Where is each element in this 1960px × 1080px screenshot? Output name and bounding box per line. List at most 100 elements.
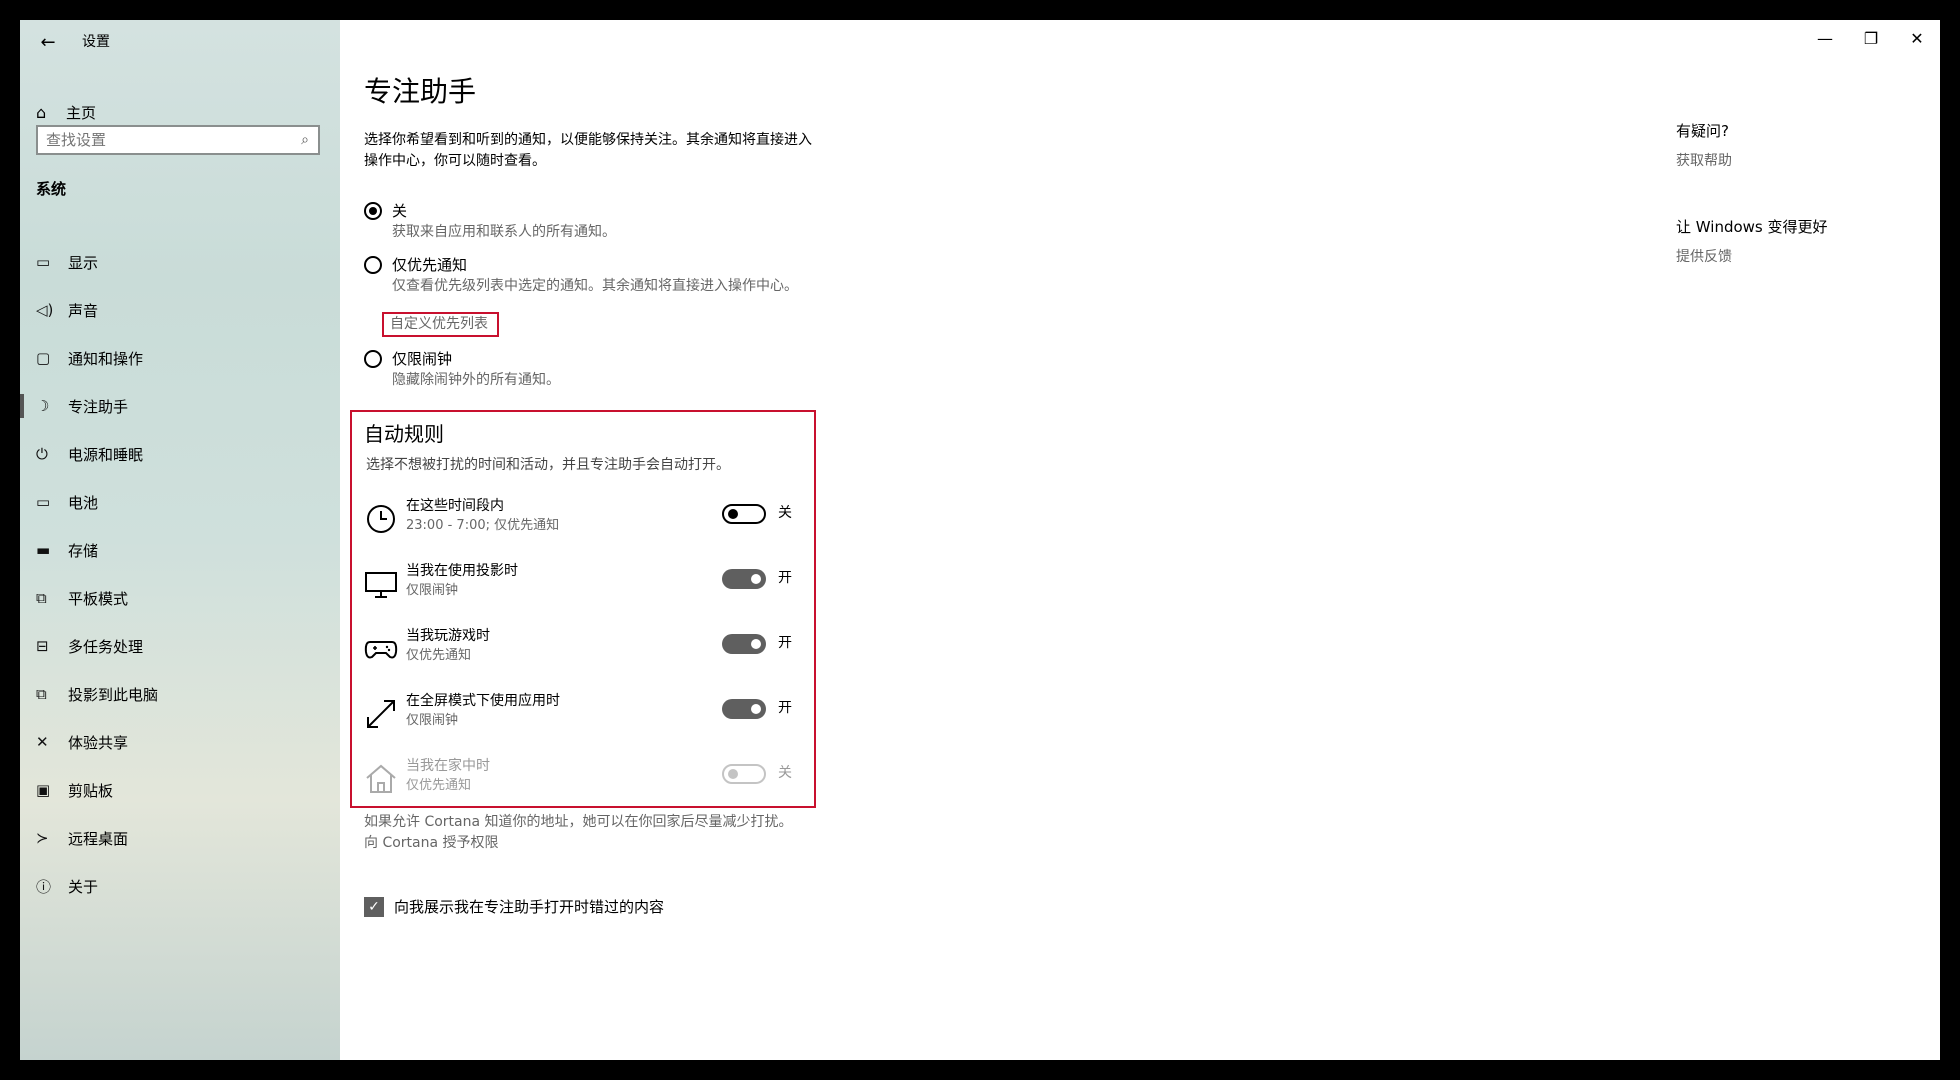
sidebar-item-battery[interactable]: ▭ 电池 bbox=[20, 478, 340, 526]
radio-button[interactable] bbox=[364, 202, 382, 220]
radio-desc: 仅查看优先级列表中选定的通知。其余通知将直接进入操作中心。 bbox=[392, 278, 798, 294]
info-icon: ⓘ bbox=[36, 877, 52, 896]
rule-toggle[interactable] bbox=[722, 504, 766, 524]
rule-fullscreen[interactable]: 在全屏模式下使用应用时 仅限闹钟 开 bbox=[364, 691, 804, 743]
sidebar-item-label: 平板模式 bbox=[68, 589, 129, 608]
window-title: 设置 bbox=[82, 34, 110, 50]
checkbox-label: 向我展示我在专注助手打开时错过的内容 bbox=[394, 898, 665, 916]
home-icon: ⌂ bbox=[36, 102, 47, 122]
multitask-icon: ⊟ bbox=[36, 637, 49, 655]
missed-content-option[interactable]: ✓ 向我展示我在专注助手打开时错过的内容 bbox=[364, 896, 664, 917]
section-label: 系统 bbox=[36, 180, 67, 198]
sidebar-item-power[interactable]: ⏻ 电源和睡眠 bbox=[20, 430, 340, 478]
moon-icon: ☽ bbox=[36, 397, 50, 415]
clipboard-icon: ▣ bbox=[36, 781, 51, 799]
automatic-rules-section: 自动规则 选择不想被打扰的时间和活动，并且专注助手会自动打开。 在这些时间段内 … bbox=[350, 410, 816, 808]
sidebar-item-remote[interactable]: ≻ 远程桌面 bbox=[20, 814, 340, 862]
sidebar-item-label: 电源和睡眠 bbox=[68, 445, 144, 464]
back-button[interactable]: ← bbox=[32, 26, 64, 58]
radio-desc: 隐藏除闹钟外的所有通知。 bbox=[392, 372, 560, 388]
rule-toggle[interactable] bbox=[722, 569, 766, 589]
radio-button[interactable] bbox=[364, 350, 382, 368]
toggle-state: 开 bbox=[778, 570, 792, 586]
sidebar-item-label: 主页 bbox=[66, 103, 97, 122]
battery-icon: ▭ bbox=[36, 493, 51, 511]
sidebar-item-label: 体验共享 bbox=[68, 733, 129, 752]
rule-title: 当我玩游戏时 bbox=[406, 628, 490, 644]
radio-alarms-only[interactable]: 仅限闹钟 隐藏除闹钟外的所有通知。 bbox=[364, 348, 812, 390]
rule-subtitle: 仅限闹钟 bbox=[406, 583, 459, 598]
rules-title: 自动规则 bbox=[364, 422, 444, 446]
monitor-icon bbox=[365, 572, 397, 598]
sidebar-item-clipboard[interactable]: ▣ 剪贴板 bbox=[20, 766, 340, 814]
radio-title: 仅优先通知 bbox=[392, 256, 468, 274]
search-box[interactable]: ⌕ bbox=[36, 125, 320, 155]
sidebar-item-display[interactable]: ▭ 显示 bbox=[20, 238, 340, 286]
minimize-icon: — bbox=[1817, 28, 1833, 48]
toggle-state: 开 bbox=[778, 635, 792, 651]
intro-text: 选择你希望看到和听到的通知，以便能够保持关注。其余通知将直接进入操作中心，你可以… bbox=[364, 132, 812, 169]
cortana-permission-link[interactable]: 向 Cortana 授予权限 bbox=[364, 833, 804, 854]
maximize-button[interactable]: ❐ bbox=[1848, 20, 1894, 56]
feedback-link[interactable]: 提供反馈 bbox=[1676, 246, 1732, 266]
sidebar-item-tablet[interactable]: ⧉ 平板模式 bbox=[20, 574, 340, 622]
rule-subtitle: 23:00 - 7:00; 仅优先通知 bbox=[406, 518, 560, 533]
close-icon: ✕ bbox=[1910, 28, 1924, 48]
sidebar-item-project[interactable]: ⧉ 投影到此电脑 bbox=[20, 670, 340, 718]
gamepad-icon bbox=[364, 641, 398, 659]
radio-dot bbox=[369, 207, 377, 215]
rule-toggle[interactable] bbox=[722, 699, 766, 719]
sidebar-item-notifications[interactable]: ▢ 通知和操作 bbox=[20, 334, 340, 382]
sound-icon: ◁) bbox=[36, 301, 54, 319]
search-input[interactable] bbox=[38, 127, 292, 153]
rule-toggle bbox=[722, 764, 766, 784]
power-icon: ⏻ bbox=[36, 445, 48, 463]
storage-icon: ▬ bbox=[36, 541, 51, 559]
share-icon: ✕ bbox=[36, 733, 49, 751]
display-icon: ▭ bbox=[36, 253, 51, 271]
radio-button[interactable] bbox=[364, 256, 382, 274]
radio-desc: 获取来自应用和联系人的所有通知。 bbox=[392, 224, 616, 240]
rule-subtitle: 仅优先通知 bbox=[406, 648, 472, 663]
radio-priority-only[interactable]: 仅优先通知 仅查看优先级列表中选定的通知。其余通知将直接进入操作中心。 bbox=[364, 254, 812, 296]
checkmark-icon: ✓ bbox=[368, 898, 380, 915]
radio-off[interactable]: 关 获取来自应用和联系人的所有通知。 bbox=[364, 200, 812, 242]
minimize-button[interactable]: — bbox=[1802, 20, 1848, 56]
sidebar-item-focus-assist[interactable]: ☽ 专注助手 bbox=[20, 382, 340, 430]
sidebar-item-share[interactable]: ✕ 体验共享 bbox=[20, 718, 340, 766]
search-icon[interactable]: ⌕ bbox=[292, 132, 318, 148]
rule-toggle[interactable] bbox=[722, 634, 766, 654]
customize-priority-link[interactable]: 自定义优先列表 bbox=[382, 312, 499, 337]
settings-window: ← 设置 ⌂ 主页 ⌕ 系统 ▭ 显示 ◁) 声音 ▢ 通知和操作 ☽ 专注助手 ⏻ 电源… bbox=[20, 20, 1940, 1060]
cortana-section: 如果允许 Cortana 知道你的地址，她可以在你回家后尽量减少打扰。 向 Co… bbox=[364, 812, 804, 854]
sidebar-item-label: 多任务处理 bbox=[68, 637, 144, 656]
toggle-state: 开 bbox=[778, 700, 792, 716]
sidebar-item-multitask[interactable]: ⊟ 多任务处理 bbox=[20, 622, 340, 670]
expand-arrow-icon bbox=[367, 700, 395, 728]
tablet-icon: ⧉ bbox=[36, 589, 47, 607]
sidebar-item-label: 投影到此电脑 bbox=[68, 685, 159, 704]
radio-title: 关 bbox=[392, 202, 408, 220]
sidebar-item-sound[interactable]: ◁) 声音 bbox=[20, 286, 340, 334]
checkbox[interactable]: ✓ bbox=[364, 896, 384, 917]
sidebar-item-about[interactable]: ⓘ 关于 bbox=[20, 862, 340, 910]
rule-title: 当我在家中时 bbox=[406, 758, 490, 774]
window-controls: — ❐ ✕ bbox=[1802, 20, 1940, 56]
sidebar-item-label: 远程桌面 bbox=[68, 829, 129, 848]
get-help-link[interactable]: 获取帮助 bbox=[1676, 150, 1732, 170]
sidebar-item-label: 通知和操作 bbox=[68, 349, 144, 368]
rule-time-range[interactable]: 在这些时间段内 23:00 - 7:00; 仅优先通知 关 bbox=[364, 496, 804, 548]
rules-desc: 选择不想被打扰的时间和活动，并且专注助手会自动打开。 bbox=[366, 457, 730, 473]
rule-gaming[interactable]: 当我玩游戏时 仅优先通知 开 bbox=[364, 626, 804, 678]
sidebar-item-storage[interactable]: ▬ 存储 bbox=[20, 526, 340, 574]
notification-icon: ▢ bbox=[36, 349, 51, 367]
improve-windows-heading: 让 Windows 变得更好 bbox=[1676, 218, 1828, 236]
help-question: 有疑问? bbox=[1676, 122, 1729, 140]
sidebar-nav: ▭ 显示 ◁) 声音 ▢ 通知和操作 ☽ 专注助手 ⏻ 电源和睡眠 ▭ 电池 ▬ 存储 ⧉ 平板… bbox=[20, 238, 340, 910]
sidebar-item-label: 显示 bbox=[68, 253, 99, 272]
rule-projecting[interactable]: 当我在使用投影时 仅限闹钟 开 bbox=[364, 561, 804, 613]
close-button[interactable]: ✕ bbox=[1894, 20, 1940, 56]
rule-subtitle: 仅优先通知 bbox=[406, 778, 472, 793]
toggle-state: 关 bbox=[778, 505, 792, 521]
home-icon bbox=[366, 764, 396, 793]
